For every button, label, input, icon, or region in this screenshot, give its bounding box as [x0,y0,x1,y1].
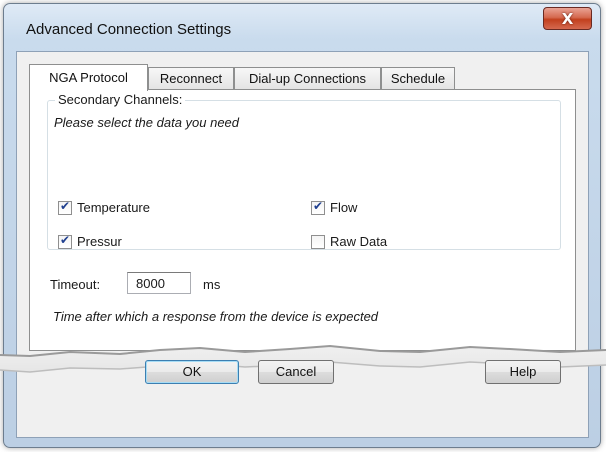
help-button[interactable]: Help [485,360,561,384]
tab-schedule[interactable]: Schedule [381,67,455,90]
tab-dial-up-connections[interactable]: Dial-up Connections [234,67,381,90]
pressur-checkbox[interactable]: Pressur [58,233,122,249]
raw-data-checkbox[interactable]: Raw Data [311,234,387,249]
close-button[interactable]: X [543,7,592,30]
temperature-label: Temperature [77,200,150,215]
tab-nga-protocol[interactable]: NGA Protocol [29,64,148,91]
timeout-input[interactable]: 8000 [127,272,191,294]
pressur-label: Pressur [77,234,122,249]
tab-reconnect[interactable]: Reconnect [148,67,234,90]
cancel-button[interactable]: Cancel [258,360,334,384]
checkbox-box[interactable] [311,234,325,249]
checkbox-box[interactable] [58,199,72,215]
title-bar[interactable]: Advanced Connection Settings X [4,4,600,54]
ok-button[interactable]: OK [145,360,239,384]
secondary-channels-group: Secondary Channels: Please select the da… [47,92,561,250]
close-icon: X [561,9,574,28]
timeout-unit: ms [203,277,221,292]
dialog-window: Advanced Connection Settings X NGA Proto… [3,3,601,448]
timeout-label: Timeout: [50,277,101,292]
checkbox-box[interactable] [58,233,72,249]
dialog-title: Advanced Connection Settings [26,21,232,38]
flow-checkbox[interactable]: Flow [311,199,358,215]
secondary-channels-hint: Please select the data you need [54,115,240,130]
raw-data-label: Raw Data [330,234,388,249]
secondary-channels-label: Secondary Channels: [55,92,186,107]
temperature-checkbox[interactable]: Temperature [58,199,150,215]
flow-label: Flow [330,200,358,215]
checkbox-box[interactable] [311,199,325,215]
